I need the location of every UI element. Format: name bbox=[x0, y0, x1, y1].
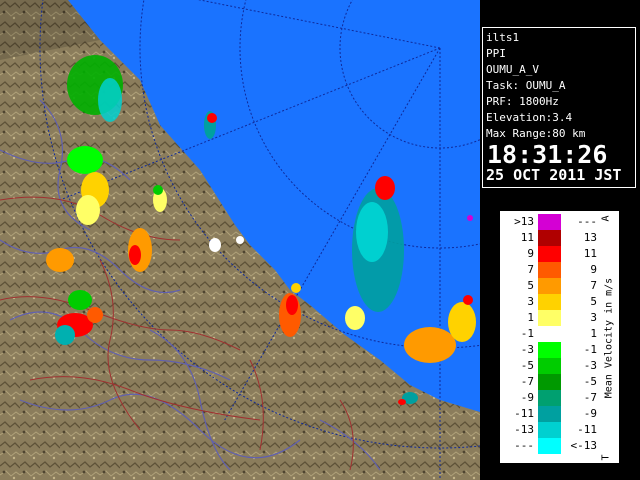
scan-time: 18:31:26 bbox=[487, 140, 608, 169]
legend-color-swatch bbox=[538, 278, 561, 294]
legend-upper-bound: 11 bbox=[583, 247, 597, 260]
legend-lower-bound: -3 bbox=[520, 343, 534, 356]
product-name: OUMU_A_V bbox=[486, 63, 539, 76]
legend-upper-bound: -11 bbox=[577, 423, 597, 436]
site-name: ilts1 bbox=[486, 31, 520, 44]
legend-lower-bound: -5 bbox=[520, 359, 534, 372]
legend-upper-bound: -1 bbox=[583, 343, 597, 356]
scan-type: PPI bbox=[486, 47, 506, 60]
legend-upper-bound: 13 bbox=[583, 231, 597, 244]
elevation-value: Elevation:3.4 bbox=[486, 111, 573, 124]
legend-color-swatch bbox=[538, 422, 561, 438]
prf-value: PRF: 1800Hz bbox=[486, 95, 559, 108]
legend-upper-bound: --- bbox=[577, 215, 597, 228]
side-panel: ilts1 PPI OUMU_A_V Task: OUMU_A PRF: 180… bbox=[480, 0, 640, 480]
legend-lower-bound: -1 bbox=[520, 327, 534, 340]
legend-axis: A Mean Velocity in m/s T bbox=[601, 213, 617, 463]
legend-lower-bound: 3 bbox=[527, 295, 534, 308]
task-name: Task: OUMU_A bbox=[486, 79, 566, 92]
legend-upper-bound: 5 bbox=[590, 295, 597, 308]
legend-color-swatch bbox=[538, 310, 561, 326]
legend-lower-bound: -9 bbox=[520, 391, 534, 404]
legend-color-swatch bbox=[538, 406, 561, 422]
radar-ppi-display[interactable] bbox=[0, 0, 480, 480]
scan-date: 25 OCT 2011 JST bbox=[486, 166, 622, 184]
legend-color-swatch bbox=[538, 342, 561, 358]
legend-lower-bound: >13 bbox=[514, 215, 534, 228]
legend-lower-bound: -11 bbox=[514, 407, 534, 420]
legend-upper-bound: <-13 bbox=[570, 439, 598, 452]
legend-upper-bound: -7 bbox=[583, 391, 597, 404]
legend-color-swatch bbox=[538, 326, 561, 342]
legend-color-swatch bbox=[538, 374, 561, 390]
legend-lower-bound: -7 bbox=[520, 375, 534, 388]
legend-color-swatch bbox=[538, 390, 561, 406]
legend-bottom-marker: T bbox=[600, 454, 612, 461]
legend-color-swatch bbox=[538, 214, 561, 230]
legend-lower-bound: 7 bbox=[527, 263, 534, 276]
legend-color-swatch bbox=[538, 262, 561, 278]
legend-upper-bound: -5 bbox=[583, 375, 597, 388]
legend-lower-bound: -13 bbox=[514, 423, 534, 436]
max-range-value: Max Range:80 km bbox=[486, 127, 586, 140]
legend-upper-bound: 1 bbox=[590, 327, 597, 340]
legend-upper-bound: 9 bbox=[590, 263, 597, 276]
legend-color-swatch bbox=[538, 230, 561, 246]
legend-lower-bound: --- bbox=[514, 439, 534, 452]
legend-lower-bound: 11 bbox=[520, 231, 534, 244]
legend-top-marker: A bbox=[600, 215, 612, 222]
legend-title: Mean Velocity in m/s bbox=[603, 277, 615, 399]
legend-upper-bound: -3 bbox=[583, 359, 597, 372]
legend-upper-bound: -9 bbox=[583, 407, 597, 420]
legend-color-swatch bbox=[538, 294, 561, 310]
legend-lower-bound: 5 bbox=[527, 279, 534, 292]
legend-color-swatch bbox=[538, 438, 561, 454]
scan-info-box: ilts1 PPI OUMU_A_V Task: OUMU_A PRF: 180… bbox=[482, 27, 636, 188]
legend-color-swatch bbox=[538, 246, 561, 262]
legend-lower-bound: 1 bbox=[527, 311, 534, 324]
legend-lower-bound: 9 bbox=[527, 247, 534, 260]
legend-upper-bound: 3 bbox=[590, 311, 597, 324]
legend-color-swatch bbox=[538, 358, 561, 374]
velocity-legend: >13 --- 11 13 9 11 7 9 5 7 3 5 1 3 -1 1 -3 -1 -5 -3 -7 -5 -9 -7… bbox=[499, 210, 620, 464]
legend-upper-bound: 7 bbox=[590, 279, 597, 292]
